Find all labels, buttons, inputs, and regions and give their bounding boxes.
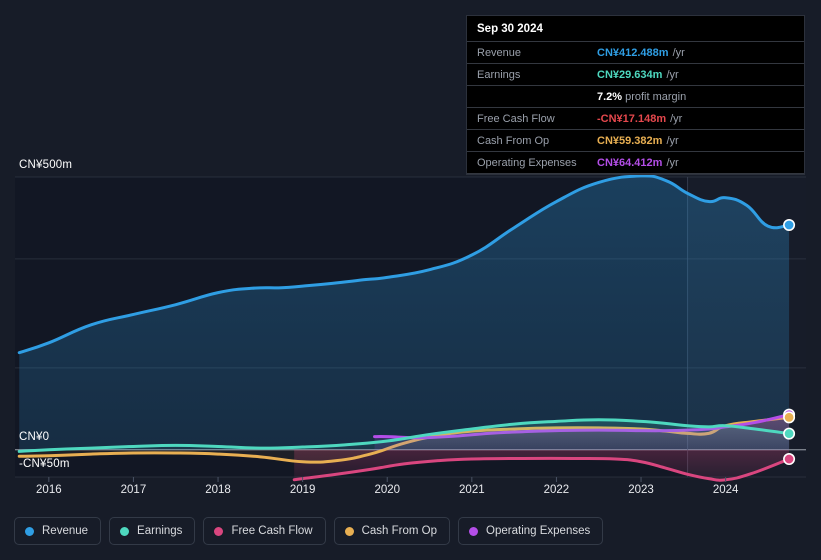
tooltip-value: CN¥64.412m	[597, 156, 663, 169]
legend-label: Cash From Op	[361, 525, 438, 537]
profit-margin-label: profit margin	[625, 90, 687, 103]
tooltip-rows: Revenue CN¥412.488m/yr Earnings CN¥29.634m /…	[467, 41, 804, 174]
endpoint-marker-cash-from-op	[783, 411, 796, 424]
legend-label: Operating Expenses	[486, 525, 591, 537]
tooltip-unit: /yr	[670, 112, 683, 125]
tooltip-value: CN¥59.382m	[597, 134, 663, 147]
x-tick-2024: 2024	[712, 484, 739, 496]
x-tick-2022: 2022	[543, 484, 570, 496]
legend-color-dot	[469, 526, 479, 536]
legend-color-dot	[25, 526, 34, 536]
tooltip-value: -CN¥17.148m	[597, 112, 667, 125]
tooltip-value: CN¥412.488m	[597, 46, 669, 59]
endpoint-marker-earnings	[783, 427, 796, 440]
x-tick-2016: 2016	[36, 484, 62, 496]
tooltip-row-cash-from-op: Cash From Op CN¥59.382m/yr	[467, 129, 804, 151]
tooltip-key: Earnings	[477, 68, 521, 81]
tooltip-key: Revenue	[477, 46, 522, 59]
tooltip-row-revenue: Revenue CN¥412.488m/yr	[467, 41, 804, 63]
legend-color-dot	[214, 526, 224, 536]
legend-item-free-cash-flow[interactable]: Free Cash Flow	[203, 517, 326, 545]
tooltip-row-operating-expenses: Operating Expenses CN¥64.412m/yr	[467, 151, 804, 174]
tooltip-unit: /yr	[666, 68, 679, 81]
x-tick-2021: 2021	[459, 484, 485, 496]
legend-item-operating-expenses[interactable]: Operating Expenses	[458, 517, 604, 545]
legend-label: Earnings	[137, 525, 183, 537]
legend-label: Free Cash Flow	[231, 525, 313, 537]
y-axis-label-bottom: -CN¥50m	[19, 458, 70, 470]
legend-color-dot	[344, 526, 354, 536]
endpoint-marker-revenue	[783, 219, 796, 232]
tooltip-row-earnings: Earnings CN¥29.634m/yr	[467, 63, 804, 85]
y-axis-label-top: CN¥500m	[19, 159, 73, 171]
tooltip-row-free-cash-flow: Free Cash Flow -CN¥17.148m/yr	[467, 107, 804, 129]
chart-tooltip: Sep 30 2024 Revenue CN¥412.488m/yr Earning…	[466, 15, 805, 175]
tooltip-value: CN¥29.634m	[597, 68, 663, 81]
x-axis: 2016 2017 2018 2019 2020 2021 2022 2023 2024	[0, 484, 821, 500]
y-axis-label-zero: CN¥0	[19, 431, 50, 443]
x-tick-2023: 2023	[628, 484, 654, 496]
legend-item-cash-from-op[interactable]: Cash From Op	[333, 517, 451, 545]
profit-margin-value: 7.2%	[597, 90, 623, 103]
tooltip-unit: /yr	[666, 134, 679, 147]
endpoint-marker-free-cash-flow	[783, 453, 796, 466]
legend-color-dot	[120, 526, 130, 536]
tooltip-key: Operating Expenses	[477, 156, 577, 169]
legend-item-earnings[interactable]: Earnings	[109, 517, 196, 545]
x-tick-2018: 2018	[205, 484, 231, 496]
tooltip-row-profit-margin: 7.2% profit margin	[467, 85, 804, 107]
tooltip-key: Free Cash Flow	[477, 112, 555, 125]
x-tick-2019: 2019	[289, 484, 316, 496]
tooltip-unit: /yr	[672, 46, 685, 59]
tooltip-key: Cash From Op	[477, 134, 550, 147]
tooltip-unit: /yr	[666, 156, 679, 169]
x-tick-2017: 2017	[120, 484, 147, 496]
legend-label: Revenue	[42, 525, 89, 537]
chart-legend[interactable]: Revenue Earnings Free Cash Flow Cash From O…	[14, 517, 604, 545]
legend-item-revenue[interactable]: Revenue	[14, 517, 102, 545]
x-tick-2020: 2020	[374, 484, 401, 496]
tooltip-date: Sep 30 2024	[477, 23, 543, 35]
